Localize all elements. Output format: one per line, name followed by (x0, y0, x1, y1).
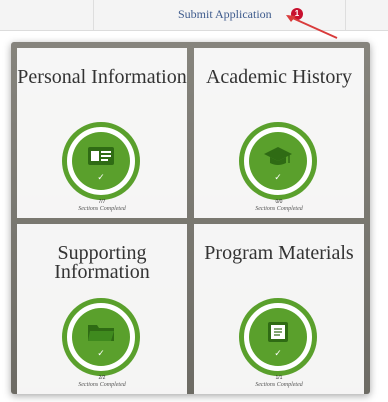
sections-count: 2/2 (98, 375, 106, 381)
progress-circle: ✓ (62, 122, 140, 200)
id-card-icon (88, 147, 114, 165)
graduation-cap-icon (264, 147, 292, 165)
sections-count: 1/1 (275, 375, 283, 381)
book-icon (268, 322, 288, 342)
nav-separator (93, 0, 94, 30)
progress-circle: ✓ (239, 122, 317, 200)
checkmark-icon: ✓ (274, 349, 282, 359)
checkmark-icon: ✓ (97, 349, 105, 359)
card-title: Program Materials (204, 242, 354, 264)
card-personal-information[interactable]: Personal Information ✓ 7/7 Sections Comp… (17, 48, 187, 218)
sections-count: 0/0 (275, 199, 283, 205)
progress-circle: ✓ (62, 298, 140, 376)
submit-application-link[interactable]: Submit Application (178, 7, 272, 22)
card-academic-history[interactable]: Academic History ✓ 0/0 Sections Complete… (194, 48, 364, 218)
card-supporting-information[interactable]: Supporting Information ✓ 2/2 Sections Co… (17, 224, 187, 394)
nav-separator (345, 0, 346, 30)
application-sections-panel: Personal Information ✓ 7/7 Sections Comp… (11, 42, 370, 394)
progress-circle: ✓ (239, 298, 317, 376)
sections-status: Sections Completed (255, 382, 303, 388)
sections-status: Sections Completed (78, 382, 126, 388)
checkmark-icon: ✓ (274, 173, 282, 183)
card-title: Academic History (205, 66, 353, 88)
card-program-materials[interactable]: Program Materials ✓ 1/1 Sections Complet… (194, 224, 364, 394)
sections-count: 7/7 (98, 199, 106, 205)
sections-status: Sections Completed (78, 206, 126, 212)
card-title: Personal Information (17, 66, 187, 88)
pointer-arrow-icon (286, 15, 338, 39)
card-title: Supporting Information (54, 242, 150, 283)
checkmark-icon: ✓ (97, 173, 105, 183)
sections-status: Sections Completed (255, 206, 303, 212)
folder-icon (88, 325, 114, 341)
